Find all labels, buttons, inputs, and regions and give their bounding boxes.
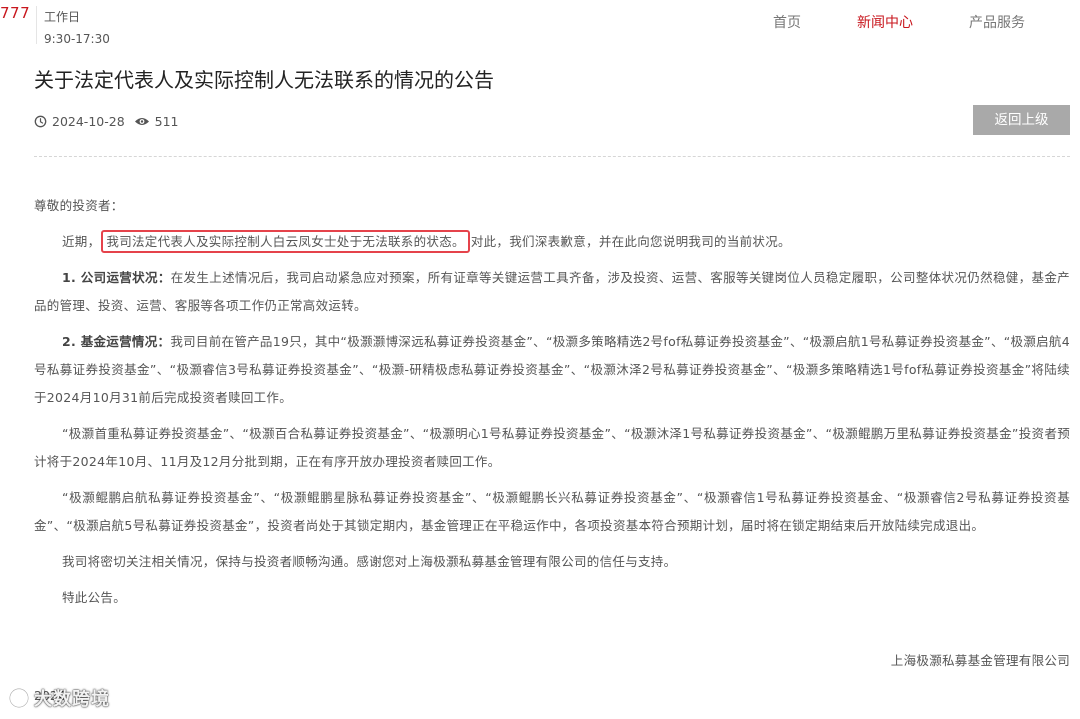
notice-end: 特此公告。	[62, 590, 127, 605]
content-divider	[34, 156, 1070, 157]
section-operations: 1. 公司运营状况：在发生上述情况后，我司启动紧急应对预案，所有证章等关键运营工…	[34, 264, 1070, 320]
watermark: 大数跨境	[8, 684, 110, 712]
back-button[interactable]: 返回上级	[973, 105, 1070, 135]
highlighted-statement: 我司法定代表人及实际控制人白云凤女士处于无法联系的状态。	[101, 230, 470, 253]
section-operations-text: 在发生上述情况后，我司启动紧急应对预案，所有证章等关键运营工具齐备，涉及投资、运…	[34, 270, 1070, 313]
intro-paragraph: 近期， 我司法定代表人及实际控制人白云凤女士处于无法联系的状态。 对此，我们深表歉意…	[34, 228, 1070, 256]
nav-news-center[interactable]: 新闻中心	[857, 12, 913, 32]
view-count: 511	[154, 113, 179, 129]
section-funds: 2. 基金运营情况：我司目前在管产品19只，其中“极灏灏博深远私募证券投资基金”…	[34, 328, 1070, 412]
article-date: 2024-10-28	[52, 113, 125, 129]
top-header: 777 工作日 9:30-17:30 首页 新闻中心 产品服务	[0, 0, 1080, 52]
closing-paragraph: 我司将密切关注相关情况，保持与投资者顺畅沟通。感谢您对上海极灏私募基金管理有限公…	[62, 554, 677, 569]
article-meta: 2024-10-28 511	[34, 112, 179, 130]
company-signature: 上海极灏私募基金管理有限公司	[890, 653, 1070, 668]
watermark-text: 大数跨境	[34, 689, 110, 710]
main-nav: 首页 新闻中心 产品服务	[0, 12, 1080, 34]
clock-icon	[34, 115, 47, 127]
section-funds-title: 2. 基金运营情况：	[62, 334, 171, 349]
nav-products[interactable]: 产品服务	[969, 12, 1025, 32]
funds-maturity-paragraph: “极灏首重私募证券投资基金”、“极灏百合私募证券投资基金”、“极灏明心1号私募证…	[34, 426, 1070, 469]
section-operations-title: 1. 公司运营状况：	[62, 270, 171, 285]
section-funds-text: 我司目前在管产品19只，其中“极灏灏博深远私募证券投资基金”、“极灏多策略精选2…	[34, 334, 1070, 405]
eye-icon	[134, 117, 149, 125]
article-title: 关于法定代表人及实际控制人无法联系的情况的公告	[34, 68, 494, 92]
nav-home[interactable]: 首页	[773, 12, 801, 32]
intro-suffix: 对此，我们深表歉意，并在此向您说明我司的当前状况。	[470, 234, 791, 249]
funds-lockup-paragraph: “极灏鲲鹏启航私募证券投资基金”、“极灏鲲鹏星脉私募证券投资基金”、“极灏鲲鹏长…	[34, 490, 1070, 533]
watermark-logo-icon	[8, 687, 30, 709]
article-body: 尊敬的投资者： 近期， 我司法定代表人及实际控制人白云凤女士处于无法联系的状态。对…	[34, 192, 1070, 620]
intro-prefix: 近期，	[62, 234, 101, 249]
greeting-paragraph: 尊敬的投资者：	[34, 198, 124, 213]
